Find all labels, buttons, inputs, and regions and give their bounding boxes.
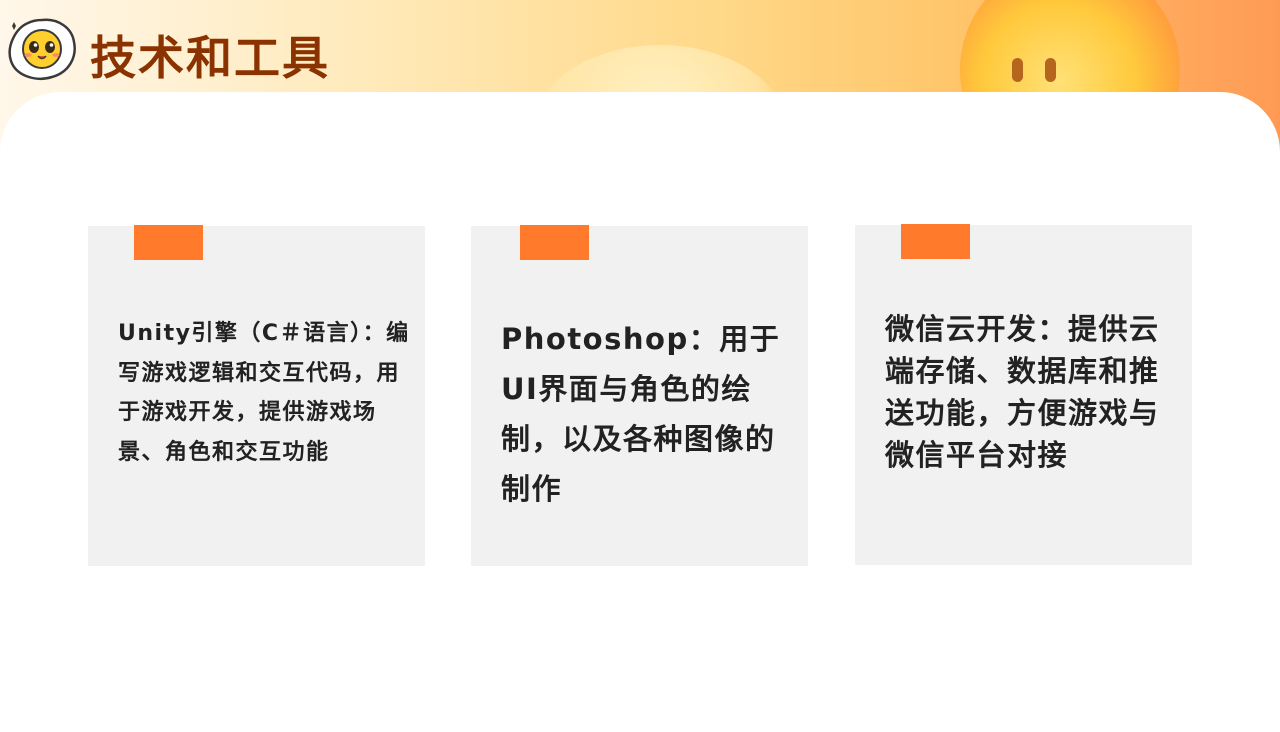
card-accent-tab <box>901 224 970 259</box>
card-photoshop: Photoshop：用于UI界面与角色的绘制，以及各种图像的制作 <box>471 225 808 566</box>
card-text: 微信云开发：提供云端存储、数据库和推送功能，方便游戏与微信平台对接 <box>885 312 1160 472</box>
card-text: Photoshop：用于UI界面与角色的绘制，以及各种图像的制作 <box>501 322 781 506</box>
card-unity: Unity引擎（C＃语言）：编写游戏逻辑和交互代码，用于游戏开发，提供游戏场景、… <box>88 225 425 566</box>
card-wechat-cloud: 微信云开发：提供云端存储、数据库和推送功能，方便游戏与微信平台对接 <box>855 224 1192 565</box>
card-accent-tab <box>134 225 203 260</box>
sun-eye-left <box>1012 58 1023 82</box>
card-accent-tab <box>520 225 589 260</box>
page-title: 技术和工具 <box>90 31 330 85</box>
egg-mascot-icon <box>8 18 76 80</box>
card-text: Unity引擎（C＃语言）：编写游戏逻辑和交互代码，用于游戏开发，提供游戏场景、… <box>118 321 410 465</box>
sun-eye-right <box>1045 58 1056 82</box>
